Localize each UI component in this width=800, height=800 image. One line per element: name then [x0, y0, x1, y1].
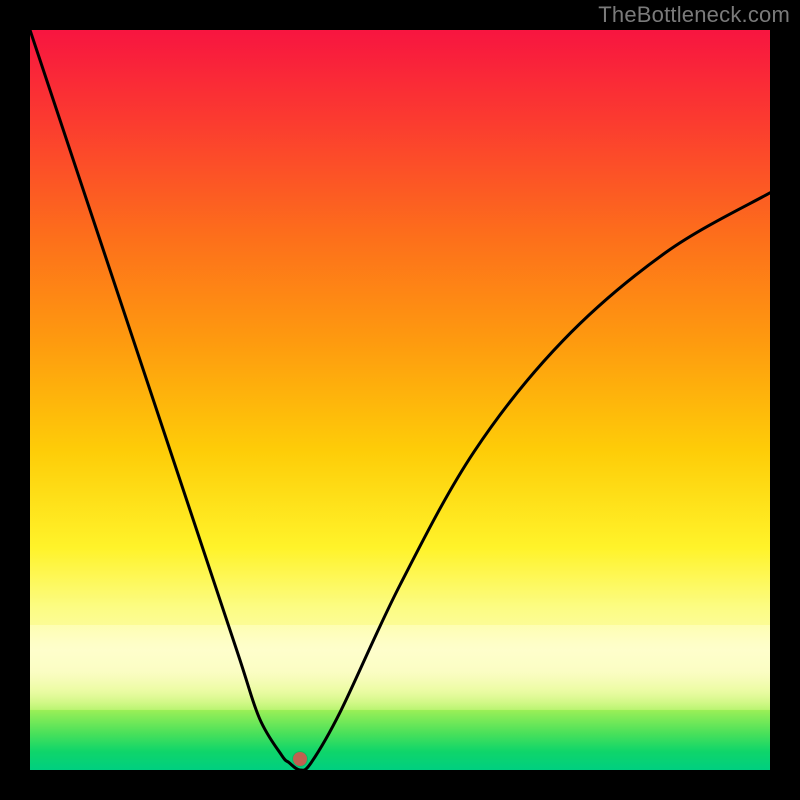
curve-svg: [30, 30, 770, 770]
optimum-marker: [293, 752, 307, 766]
plot-area: [30, 30, 770, 770]
chart-frame: TheBottleneck.com: [0, 0, 800, 800]
highlight-band: [30, 625, 770, 710]
watermark-text: TheBottleneck.com: [598, 2, 790, 28]
bottleneck-curve: [30, 30, 770, 770]
